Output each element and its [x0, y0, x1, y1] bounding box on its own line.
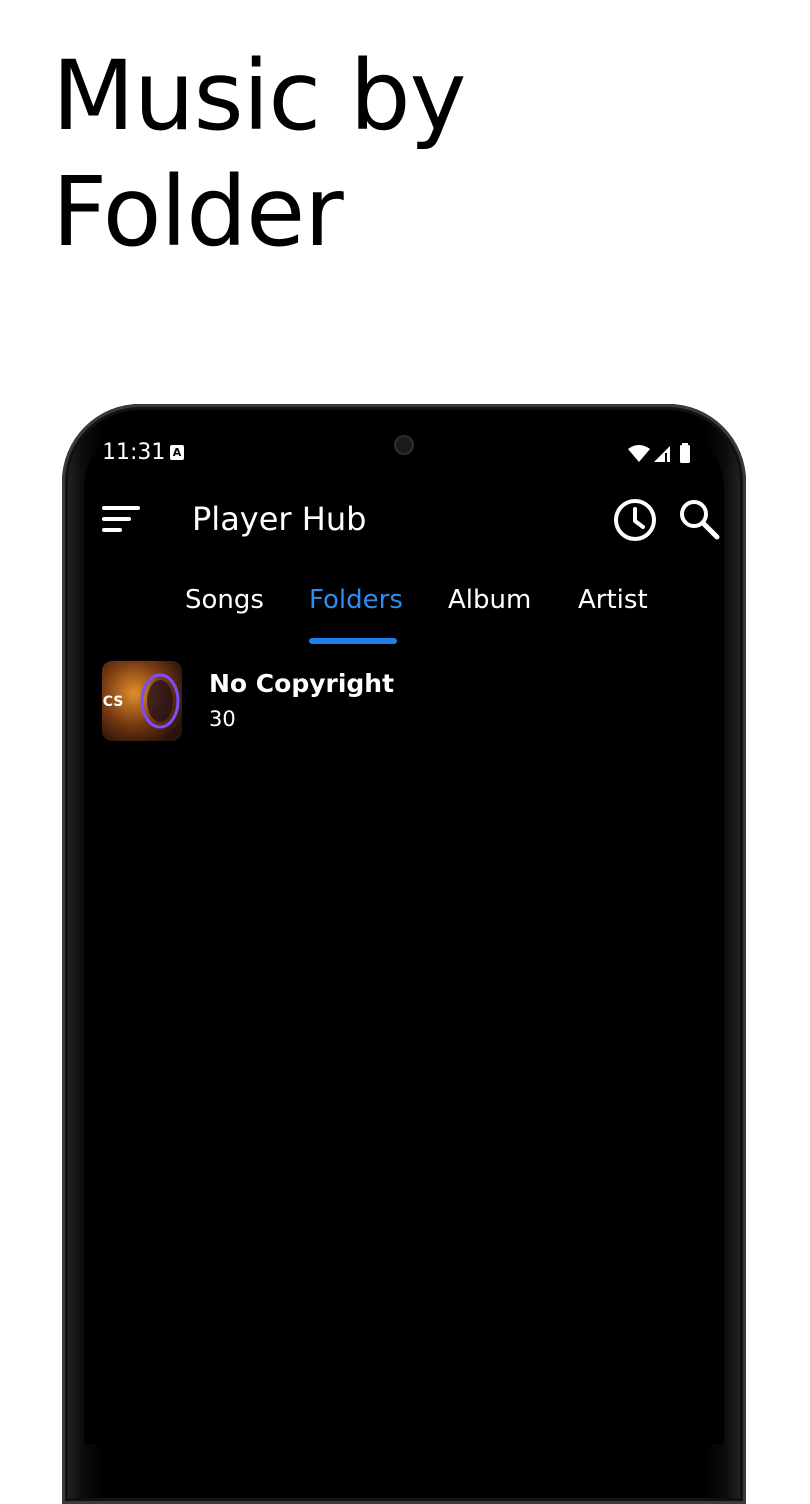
sort-menu-icon[interactable] [102, 504, 142, 534]
folder-name: No Copyright [209, 669, 395, 698]
tab-artist[interactable]: Artist [578, 580, 648, 620]
status-icons [628, 443, 690, 463]
camera-notch [372, 434, 436, 464]
status-time: 11:31 [102, 440, 166, 465]
folder-artwork: NCS [102, 661, 182, 741]
app-title: Player Hub [192, 500, 367, 538]
search-icon[interactable] [678, 498, 720, 540]
tab-album[interactable]: Album [448, 580, 531, 620]
folder-list-item[interactable]: NCS No Copyright 30 [102, 661, 702, 741]
category-tabs: Songs Folders Album Artist [84, 580, 724, 644]
folder-song-count: 30 [209, 707, 236, 731]
app-screen: 11:31 A Player Hub Songs Folders Album A… [84, 434, 724, 1444]
notification-a-icon: A [170, 445, 184, 460]
tab-songs[interactable]: Songs [185, 580, 264, 620]
battery-icon [680, 445, 690, 463]
front-camera [396, 437, 412, 453]
history-clock-icon[interactable] [612, 497, 658, 543]
tab-folders[interactable]: Folders [309, 580, 403, 620]
signal-icon [654, 446, 670, 462]
wifi-icon [628, 445, 650, 462]
promo-title: Music by Folder [52, 40, 466, 268]
active-tab-indicator [309, 638, 397, 644]
folder-artwork-text: NCS [102, 694, 123, 710]
signal-x-icon [665, 453, 667, 462]
